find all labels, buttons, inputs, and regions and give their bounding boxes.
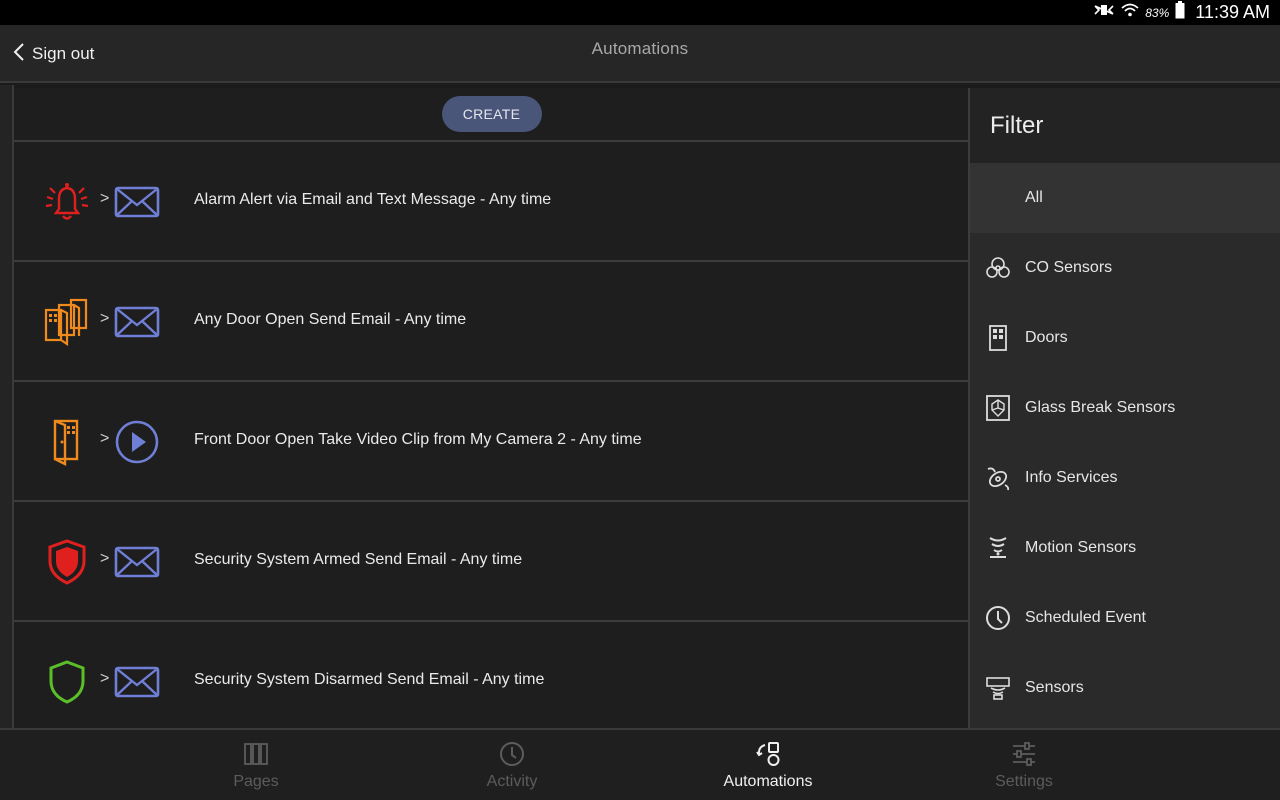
nav-label: Automations: [723, 773, 813, 790]
filter-title: Filter: [970, 88, 1280, 163]
automation-row[interactable]: > Security System Armed Send Email - Any…: [14, 502, 969, 622]
filter-item-scheduled-event[interactable]: Scheduled Event: [970, 583, 1280, 653]
create-button[interactable]: CREATE: [441, 96, 542, 132]
automation-row[interactable]: > Security System Disarmed Send Email - …: [14, 622, 969, 742]
email-icon: [112, 178, 162, 226]
nav-activity[interactable]: Activity: [384, 730, 640, 800]
glass-break-icon: [984, 394, 1012, 422]
row-arrow: >: [100, 430, 110, 447]
settings-sliders-icon: [1009, 739, 1039, 769]
automations-icon: [753, 739, 783, 769]
nav-pages[interactable]: Pages: [128, 730, 384, 800]
bottom-nav: Pages Activity Automations Settings: [0, 728, 1280, 800]
filter-item-doors[interactable]: Doors: [970, 303, 1280, 373]
clock: 11:39 AM: [1195, 2, 1270, 22]
sensors-icon: [984, 674, 1012, 702]
nav-settings[interactable]: Settings: [896, 730, 1152, 800]
row-arrow: >: [100, 310, 110, 327]
door-icon: [984, 324, 1012, 352]
automation-title: Alarm Alert via Email and Text Message -…: [194, 191, 552, 208]
filter-item-sensors[interactable]: Sensors: [970, 653, 1280, 723]
email-icon: [112, 298, 162, 346]
filter-item-label: CO Sensors: [1025, 259, 1113, 276]
clock-icon: [984, 604, 1012, 632]
create-bar: CREATE: [14, 88, 969, 142]
filter-item-label: Scheduled Event: [1025, 609, 1146, 626]
filter-item-glass-break-sensors[interactable]: Glass Break Sensors: [970, 373, 1280, 443]
door-open-icon: [42, 417, 92, 467]
co-sensor-icon: [984, 254, 1012, 282]
battery-icon: [1175, 1, 1185, 24]
filter-item-label: Doors: [1025, 329, 1068, 346]
page-title: Automations: [591, 39, 689, 58]
video-play-icon: [112, 418, 162, 466]
status-icons: 83% 11:39 AM: [1093, 0, 1270, 25]
automation-row[interactable]: > Front Door Open Take Video Clip from M…: [14, 382, 969, 502]
motion-sensor-icon: [984, 534, 1012, 562]
filter-item-label: Glass Break Sensors: [1025, 399, 1176, 416]
multiple-doors-icon: [42, 297, 92, 347]
email-icon: [112, 538, 162, 586]
filter-item-label: Motion Sensors: [1025, 539, 1137, 556]
activity-clock-icon: [497, 739, 527, 769]
app-header: Sign out Automations: [0, 25, 1280, 83]
automation-row[interactable]: > Any Door Open Send Email - Any time: [14, 262, 969, 382]
automation-row[interactable]: > Alarm Alert via Email and Text Message…: [14, 142, 969, 262]
filter-item-co-sensors[interactable]: CO Sensors: [970, 233, 1280, 303]
row-arrow: >: [100, 550, 110, 567]
filter-item-label: Info Services: [1025, 469, 1118, 486]
filter-item-motion-sensors[interactable]: Motion Sensors: [970, 513, 1280, 583]
row-arrow: >: [100, 190, 110, 207]
email-icon: [112, 658, 162, 706]
status-bar: 83% 11:39 AM: [0, 0, 1280, 25]
automation-title: Security System Armed Send Email - Any t…: [194, 551, 523, 568]
shield-armed-icon: [42, 537, 92, 587]
row-arrow: >: [100, 670, 110, 687]
automation-title: Any Door Open Send Email - Any time: [194, 311, 467, 328]
wifi-icon: [1121, 3, 1139, 22]
vibrate-mute-icon: [1093, 3, 1115, 22]
info-services-icon: [984, 464, 1012, 492]
battery-percent: 83%: [1145, 5, 1170, 20]
filter-item-label: All: [1025, 189, 1043, 206]
filter-item-label: Sensors: [1025, 679, 1084, 696]
automation-title: Front Door Open Take Video Clip from My …: [194, 431, 642, 448]
automation-title: Security System Disarmed Send Email - An…: [194, 671, 545, 688]
shield-disarmed-icon: [42, 657, 92, 707]
automation-list: CREATE > Alarm Alert via Email and Text …: [14, 88, 969, 742]
nav-label: Activity: [486, 773, 538, 790]
nav-label: Settings: [995, 773, 1053, 790]
nav-automations[interactable]: Automations: [640, 730, 896, 800]
pages-icon: [241, 739, 271, 769]
alarm-bell-icon: [42, 177, 92, 227]
filter-item-all[interactable]: All: [970, 163, 1280, 233]
left-gutter: [0, 85, 14, 728]
filter-panel: Filter All CO Sensors Doors Glass Break …: [970, 88, 1280, 728]
filter-item-info-services[interactable]: Info Services: [970, 443, 1280, 513]
nav-label: Pages: [233, 773, 279, 790]
